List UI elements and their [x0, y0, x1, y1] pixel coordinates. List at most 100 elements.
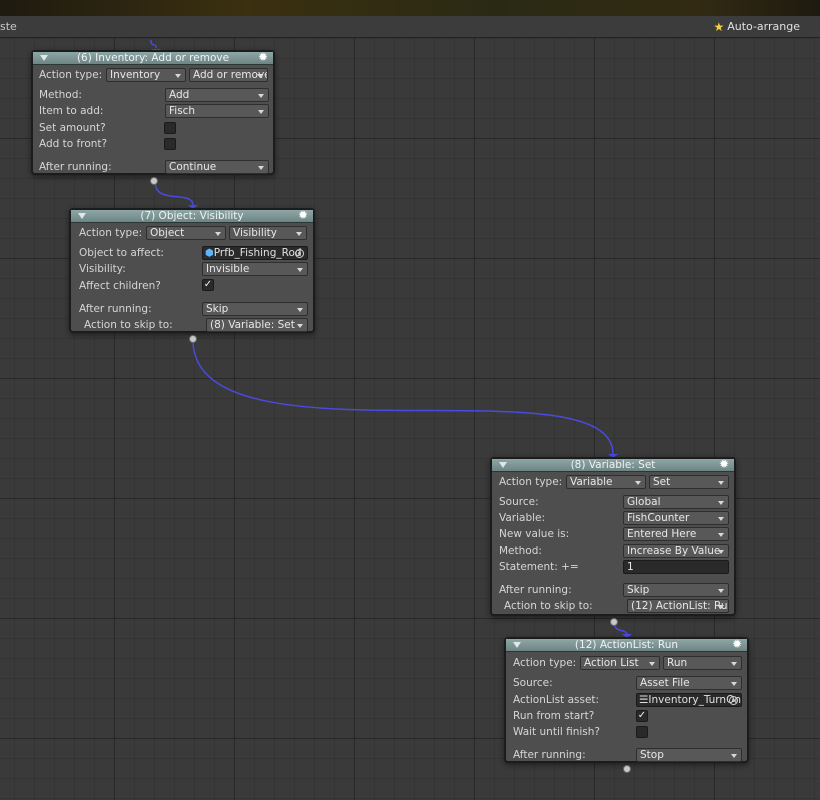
statement-input[interactable]: 1	[623, 560, 729, 574]
gear-icon[interactable]: ✹	[298, 209, 308, 222]
node-title: (12) ActionList: Run	[574, 638, 679, 651]
action-node-12[interactable]: (12) ActionList: Run ✹ Action type: Acti…	[504, 637, 749, 763]
chevron-down-icon	[258, 94, 264, 98]
chevron-down-icon	[731, 754, 737, 758]
after-running-label: After running:	[39, 161, 112, 173]
source-label: Source:	[499, 496, 539, 508]
output-socket-12[interactable]	[623, 765, 631, 773]
wire-in-6	[150, 39, 157, 49]
action-node-7[interactable]: (7) Object: Visibility ✹ Action type: Ob…	[69, 208, 315, 333]
action-type-dropdown[interactable]: Variable	[566, 475, 646, 489]
chevron-down-icon	[718, 517, 724, 521]
actionlist-icon: ☰	[639, 694, 649, 706]
method-dropdown[interactable]: Increase By Value	[623, 544, 729, 558]
after-running-dropdown[interactable]: Skip	[623, 583, 729, 597]
skip-to-dropdown[interactable]: (8) Variable: Set	[206, 318, 308, 332]
dropdown-value: Continue	[169, 161, 217, 173]
after-running-label: After running:	[79, 303, 152, 315]
output-socket-8[interactable]	[610, 618, 618, 626]
set-amount-label: Set amount?	[39, 122, 106, 134]
output-socket-7[interactable]	[189, 335, 197, 343]
after-running-dropdown[interactable]: Continue	[165, 160, 269, 174]
collapse-triangle-icon[interactable]	[78, 213, 86, 219]
after-running-label: After running:	[513, 749, 586, 761]
chevron-down-icon	[718, 533, 724, 537]
node-header[interactable]: (8) Variable: Set ✹	[492, 458, 734, 472]
children-checkbox[interactable]: ✓	[202, 279, 214, 291]
object-picker-icon[interactable]	[729, 696, 738, 705]
dropdown-value: Skip	[206, 303, 229, 315]
output-socket-6[interactable]	[150, 177, 158, 185]
source-dropdown[interactable]: Global	[623, 495, 729, 509]
action-sub-dropdown[interactable]: Run	[663, 656, 742, 670]
after-running-dropdown[interactable]: Skip	[202, 302, 308, 316]
chevron-down-icon	[297, 308, 303, 312]
dropdown-value: Action List	[584, 657, 639, 669]
dropdown-value: Global	[627, 496, 661, 508]
run-start-checkbox[interactable]: ✓	[636, 710, 648, 722]
wait-finish-checkbox[interactable]	[636, 726, 648, 738]
action-type-dropdown[interactable]: Inventory	[106, 68, 186, 82]
chevron-down-icon	[215, 232, 221, 236]
action-type-label: Action type:	[39, 69, 103, 81]
action-type-dropdown[interactable]: Action List	[580, 656, 660, 670]
skip-to-label: Action to skip to:	[84, 319, 173, 331]
node-header[interactable]: (12) ActionList: Run ✹	[506, 638, 747, 652]
source-dropdown[interactable]: Asset File	[636, 676, 742, 690]
statement-label: Statement: +=	[499, 561, 579, 573]
action-sub-dropdown[interactable]: Add or remove	[189, 68, 268, 82]
new-value-label: New value is:	[499, 528, 570, 540]
item-dropdown[interactable]: Fisch	[165, 104, 269, 118]
chevron-down-icon	[258, 166, 264, 170]
collapse-triangle-icon[interactable]	[513, 642, 521, 648]
method-dropdown[interactable]: Add	[165, 88, 269, 102]
dropdown-value: (12) ActionList: Run	[631, 600, 729, 612]
action-type-label: Action type:	[79, 227, 143, 239]
object-picker-icon[interactable]	[295, 249, 304, 258]
node-header[interactable]: (7) Object: Visibility ✹	[71, 209, 313, 223]
collapse-triangle-icon[interactable]	[40, 55, 48, 61]
add-front-checkbox[interactable]	[164, 138, 176, 150]
actionlist-asset-field[interactable]: ☰Inventory_TurnOn	[636, 693, 742, 707]
chevron-down-icon	[731, 682, 737, 686]
gear-icon[interactable]: ✹	[732, 638, 742, 651]
visibility-dropdown[interactable]: Invisible	[202, 262, 308, 276]
wait-finish-label: Wait until finish?	[513, 726, 600, 738]
asset-label: ActionList asset:	[513, 694, 600, 706]
set-amount-checkbox[interactable]	[164, 122, 176, 134]
collapse-triangle-icon[interactable]	[499, 462, 507, 468]
dropdown-value: Add	[169, 89, 190, 101]
gear-icon[interactable]: ✹	[719, 458, 729, 471]
node-header[interactable]: (6) Inventory: Add or remove ✹	[33, 51, 273, 65]
chevron-down-icon	[718, 501, 724, 505]
node-title: (7) Object: Visibility	[140, 209, 244, 222]
action-node-6[interactable]: (6) Inventory: Add or remove ✹ Action ty…	[31, 50, 275, 175]
new-value-dropdown[interactable]: Entered Here	[623, 527, 729, 541]
skip-to-dropdown[interactable]: (12) ActionList: Run	[627, 599, 729, 613]
object-value: Prfb_Fishing_Rod	[213, 247, 302, 259]
action-sub-dropdown[interactable]: Set	[649, 475, 729, 489]
chevron-down-icon	[649, 662, 655, 666]
item-label: Item to add:	[39, 105, 104, 117]
object-field[interactable]: ⬢Prfb_Fishing_Rod	[202, 246, 308, 260]
chevron-down-icon	[731, 662, 737, 666]
source-label: Source:	[513, 677, 553, 689]
dropdown-value: Increase By Value	[627, 545, 721, 557]
gear-icon[interactable]: ✹	[258, 51, 268, 64]
after-running-dropdown[interactable]: Stop	[636, 748, 742, 762]
action-node-8[interactable]: (8) Variable: Set ✹ Action type: Variabl…	[490, 457, 736, 616]
after-running-label: After running:	[499, 584, 572, 596]
action-sub-dropdown[interactable]: Visibility	[229, 226, 307, 240]
chevron-down-icon	[297, 324, 303, 328]
dropdown-value: Object	[150, 227, 185, 239]
dropdown-value: Variable	[570, 476, 613, 488]
asset-value: Inventory_TurnOn	[648, 694, 742, 706]
method-label: Method:	[39, 89, 82, 101]
chevron-down-icon	[718, 550, 724, 554]
method-label: Method:	[499, 545, 542, 557]
variable-dropdown[interactable]: FishCounter	[623, 511, 729, 525]
gameobject-icon: ⬢	[205, 248, 214, 259]
dropdown-value: (8) Variable: Set	[210, 319, 295, 331]
action-type-dropdown[interactable]: Object	[146, 226, 226, 240]
chevron-down-icon	[718, 481, 724, 485]
